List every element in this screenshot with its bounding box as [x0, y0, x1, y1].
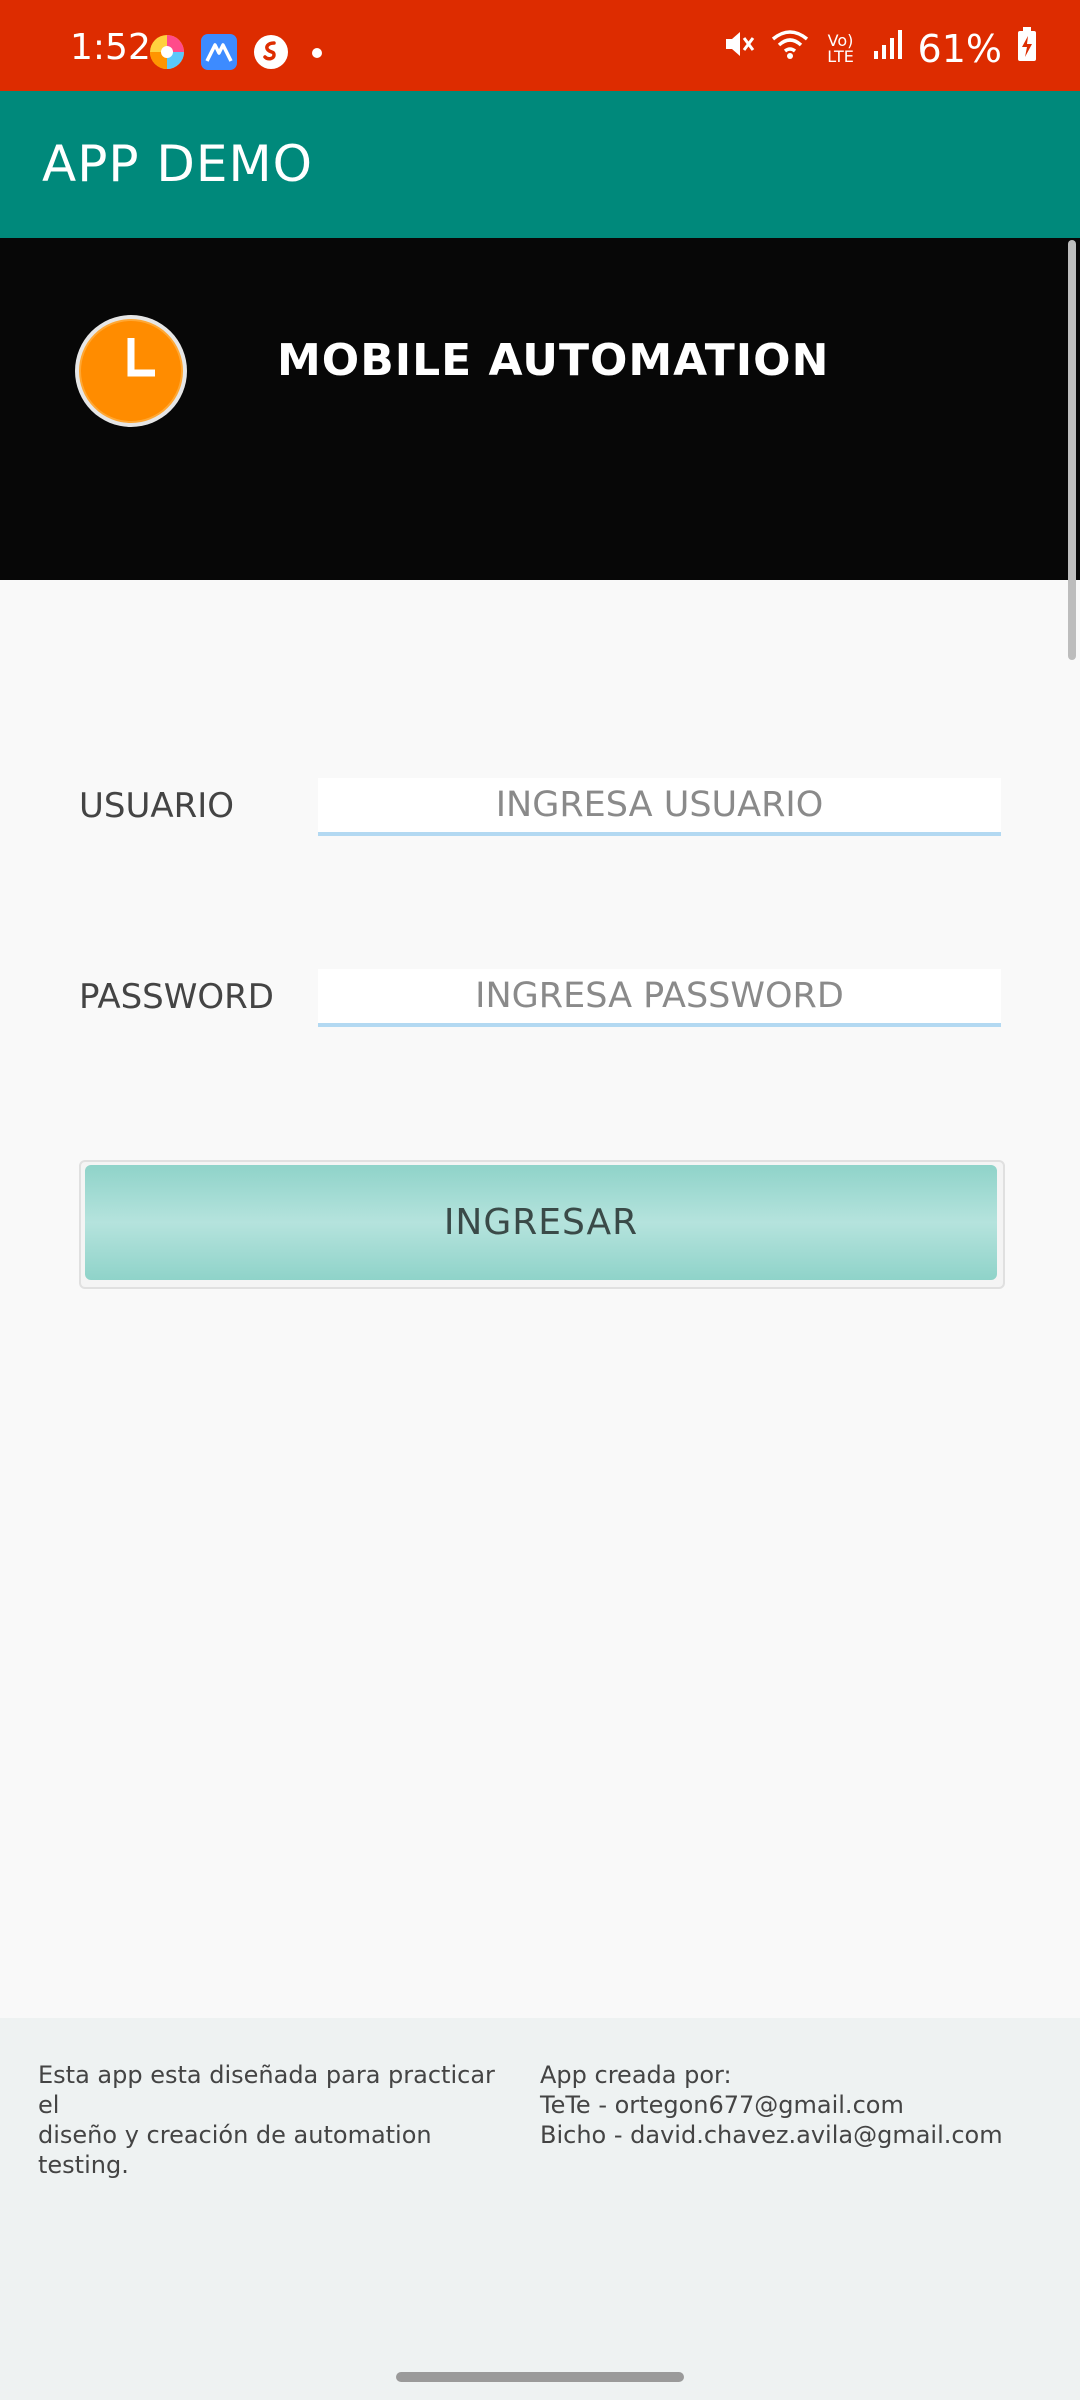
credit-tete: TeTe - ortegon677@gmail.com — [540, 2091, 904, 2119]
password-input[interactable] — [318, 969, 1001, 1027]
battery-charging-icon — [1016, 26, 1038, 71]
network-type-label: Vo) LTE — [827, 30, 854, 66]
login-button-frame: INGRESAR — [79, 1160, 1005, 1289]
username-input[interactable] — [318, 778, 1001, 836]
footer-credits: App creada por: TeTe - ortegon677@gmail.… — [540, 2060, 1060, 2150]
wifi-icon — [770, 27, 810, 70]
shazam-icon — [252, 33, 290, 71]
battery-percent: 61% — [917, 26, 1002, 71]
credit-bicho: Bicho - david.chavez.avila@gmail.com — [540, 2121, 1003, 2149]
app-title: APP DEMO — [42, 135, 313, 193]
status-right-group: Vo) LTE 61% — [722, 26, 1038, 71]
mute-icon — [722, 27, 756, 70]
status-bar: 1:52 Vo) LTE 61% — [0, 0, 1080, 91]
footer-description-line-2: diseño y creación de automation testing. — [38, 2121, 432, 2179]
notification-dot — [312, 48, 322, 58]
banner-title: MOBILE AUTOMATION — [277, 335, 830, 386]
login-button[interactable]: INGRESAR — [85, 1165, 997, 1280]
colorful-app-icon — [148, 33, 186, 71]
password-label: PASSWORD — [79, 977, 274, 1017]
username-label: USUARIO — [79, 786, 235, 826]
home-indicator[interactable] — [396, 2372, 684, 2382]
signal-icon — [872, 27, 904, 70]
footer-description: Esta app esta diseñada para practicar el… — [38, 2060, 498, 2180]
app-bar: APP DEMO — [0, 91, 1080, 238]
status-time: 1:52 — [70, 27, 151, 68]
clock-icon — [73, 313, 189, 433]
scrollbar-thumb[interactable] — [1068, 240, 1076, 660]
footer-description-line-1: Esta app esta diseñada para practicar el — [38, 2061, 495, 2119]
maps-app-icon — [200, 33, 238, 71]
credits-heading: App creada por: — [540, 2061, 732, 2089]
